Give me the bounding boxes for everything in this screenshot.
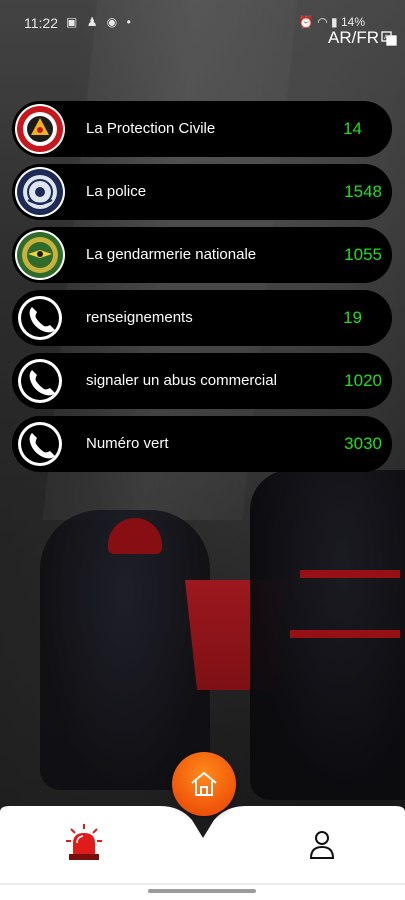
siren-icon: [66, 824, 102, 860]
contact-name: La gendarmerie nationale: [86, 246, 257, 263]
contact-name: renseignements: [86, 309, 193, 326]
contact-number: 1055: [344, 245, 382, 264]
user-icon: [309, 831, 335, 859]
emergency-contacts-list: La Protection Civile 14 La police 1548 L…: [12, 101, 392, 479]
contact-renseignements[interactable]: renseignements 19: [12, 290, 392, 346]
messenger-icon: ◉: [106, 15, 121, 29]
contact-police[interactable]: La police 1548: [12, 164, 392, 220]
phone-icon: [15, 419, 65, 469]
contact-number: 14: [343, 119, 362, 138]
profile-button[interactable]: [309, 830, 335, 860]
gendarmerie-logo: [15, 230, 65, 280]
status-time: 11:22: [24, 15, 58, 31]
contact-numero-vert[interactable]: Numéro vert 3030: [12, 416, 392, 472]
contact-number: 1548: [344, 182, 382, 201]
contact-number: 1020: [344, 371, 382, 390]
alarm-icon: ⏰: [298, 15, 314, 29]
phone-icon: [15, 356, 65, 406]
notification-icons: ▣ ♟ ◉ •: [66, 15, 134, 29]
contact-gendarmerie[interactable]: La gendarmerie nationale 1055: [12, 227, 392, 283]
contact-number: 19: [343, 308, 362, 327]
contact-name: La Protection Civile: [86, 120, 216, 137]
language-toggle-button[interactable]: AR/FR A: [328, 28, 397, 48]
home-button[interactable]: [172, 752, 236, 816]
wifi-icon: ◠: [317, 15, 328, 29]
police-logo: [15, 167, 65, 217]
bottom-navigation: [0, 806, 405, 900]
gallery-icon: ▣: [66, 15, 81, 29]
language-toggle-label: AR/FR: [328, 28, 379, 47]
contact-name: signaler un abus commercial: [86, 372, 277, 389]
dot-icon: •: [126, 15, 134, 29]
protection-civile-logo: [15, 104, 65, 154]
translate-icon: A: [381, 31, 397, 46]
contact-name: La police: [86, 183, 147, 200]
signal-icon: ▮: [331, 15, 338, 29]
snapchat-icon: ♟: [86, 15, 101, 29]
siren-button[interactable]: [64, 822, 104, 862]
home-icon: [191, 772, 217, 796]
contact-abus-commercial[interactable]: signaler un abus commercial 1020: [12, 353, 392, 409]
gesture-navigation-bar[interactable]: [148, 889, 256, 893]
phone-icon: [15, 293, 65, 343]
bottom-nav-background: [0, 806, 405, 900]
system-icons: ⏰ ◠ ▮ 14%: [299, 15, 365, 29]
contact-protection-civile[interactable]: La Protection Civile 14: [12, 101, 392, 157]
svg-text:A: A: [384, 35, 388, 41]
contact-name: Numéro vert: [86, 435, 169, 452]
contact-number: 3030: [344, 434, 382, 453]
battery-text: 14%: [340, 15, 365, 29]
